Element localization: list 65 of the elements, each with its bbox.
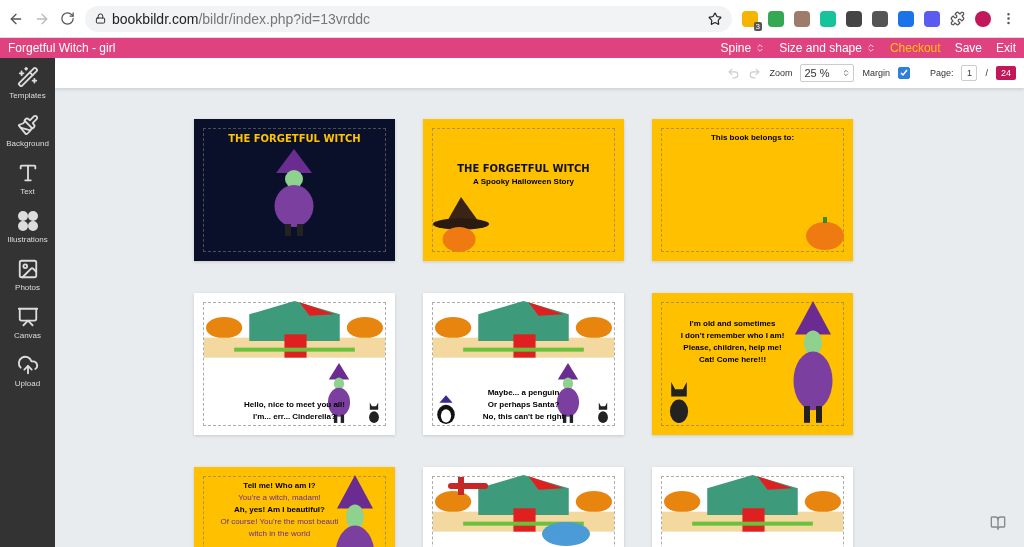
menu-item[interactable]: Size and shape: [779, 41, 876, 55]
avatar-icon[interactable]: [975, 10, 991, 27]
page-text: Cat! Come here!!!: [698, 355, 767, 364]
cloud-upload-icon: [16, 354, 39, 376]
page-total: 24: [996, 66, 1016, 80]
page-text: Of course! You're the most beauti: [220, 517, 339, 526]
sort-arrows-icon: [865, 43, 876, 53]
page-text: This book belongs to:: [710, 133, 795, 142]
book-icon[interactable]: [990, 515, 1006, 531]
margin-label: Margin: [862, 68, 890, 78]
page-text: Tell me! Who am I?: [243, 481, 316, 490]
sidebar-item[interactable]: Background: [0, 114, 55, 148]
page-title: THE FORGETFUL WITCH: [228, 133, 361, 144]
easel-icon: [16, 306, 39, 328]
book-page[interactable]: I'm old and sometimes I don't remember who I am! Please, children, help me! Cat! Come here!!!: [652, 293, 853, 435]
book-page[interactable]: THE FORGETFUL WITCH A Spooky Halloween Story: [423, 119, 624, 261]
extension-icon[interactable]: [924, 10, 940, 27]
sidebar-item[interactable]: Text: [0, 162, 55, 196]
page-title: THE FORGETFUL WITCH: [457, 163, 590, 174]
sort-arrows-icon: [842, 69, 851, 77]
star-icon[interactable]: [708, 11, 722, 26]
margin-checkbox[interactable]: [897, 67, 910, 79]
page-text: I'm old and sometimes: [689, 319, 776, 328]
sidebar-item[interactable]: Upload: [0, 354, 55, 388]
page-text: Please, children, help me!: [683, 343, 782, 352]
clover-icon: [16, 210, 39, 232]
extension-icon[interactable]: [846, 10, 862, 27]
paintbrush-icon: [16, 114, 39, 136]
sidebar-item[interactable]: Templates: [0, 66, 55, 100]
page-text: You're a witch, madam!: [238, 493, 321, 502]
book-title: Forgetful Witch - girl: [8, 41, 117, 55]
lock-icon: [95, 13, 106, 24]
book-page[interactable]: THE FORGETFUL WITCH: [194, 119, 395, 261]
sidebar-item[interactable]: Canvas: [0, 306, 55, 340]
image-icon: [16, 258, 39, 280]
sidebar-item[interactable]: Illustrations: [0, 210, 55, 244]
page-text: I don't remember who I am!: [680, 331, 785, 340]
book-page[interactable]: Tell me! Who am I? You're a witch, madam! Ah, yes! Am I beautiful? Of course! You're the most beauti witch in the world: [194, 467, 395, 547]
page-input[interactable]: 1: [961, 65, 978, 81]
book-page[interactable]: This book belongs to:: [652, 119, 853, 261]
penguin-drawing: [435, 393, 457, 427]
sort-arrows-icon: [755, 43, 766, 53]
menu-item[interactable]: Spine: [720, 41, 766, 55]
menu-item[interactable]: Exit: [996, 41, 1016, 55]
pumpkin-drawing: [805, 215, 845, 251]
page-text: Ah, yes! Am I beautiful?: [234, 505, 325, 514]
address-bar[interactable]: bookbildr.com/bildr/index.php?id=13vrddc: [85, 5, 732, 32]
page-text: A Spooky Halloween Story: [472, 177, 575, 186]
cat-drawing: [596, 401, 610, 423]
zoom-select[interactable]: 25 %: [800, 64, 855, 82]
page-text: witch in the world: [248, 529, 311, 538]
extension-icon[interactable]: [872, 10, 888, 27]
page-text: Maybe... a penguin: [487, 388, 560, 397]
reload-icon[interactable]: [60, 11, 75, 26]
url-text: bookbildr.com/bildr/index.php?id=13vrddc: [112, 10, 371, 27]
cat-drawing: [367, 401, 381, 423]
extension-icon[interactable]: [898, 10, 914, 27]
puzzle-icon[interactable]: [950, 11, 965, 26]
hat-pumpkin-drawing: [431, 195, 491, 253]
extension-badge: 3: [753, 21, 762, 31]
page-separator: /: [985, 68, 988, 78]
menu-item[interactable]: Save: [954, 41, 982, 55]
sidebar-item[interactable]: Photos: [0, 258, 55, 292]
zoom-label: Zoom: [769, 68, 793, 78]
page-label: Page:: [929, 68, 954, 78]
